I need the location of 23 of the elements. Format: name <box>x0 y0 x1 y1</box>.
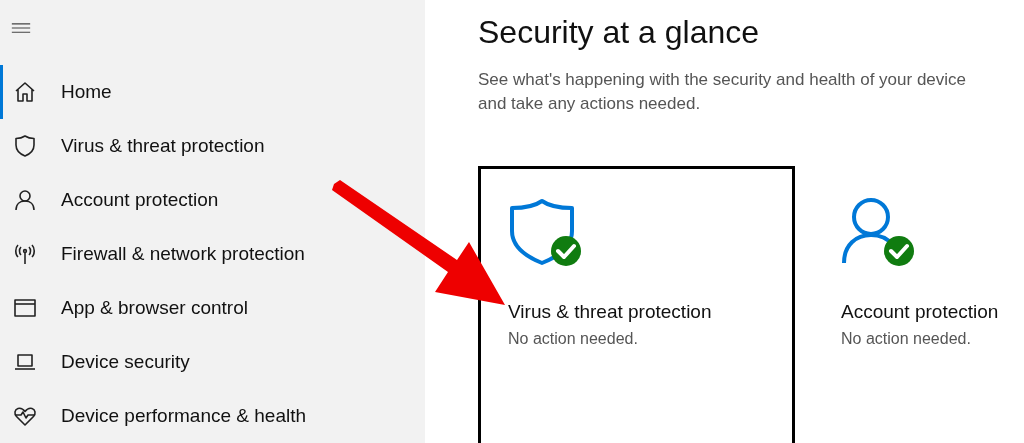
nav-item[interactable]: Device security <box>0 335 425 389</box>
window-icon <box>13 296 37 320</box>
page-title: Security at a glance <box>478 13 761 52</box>
page-description: See what's happening with the security and health of your device and take any actions needed. <box>478 69 968 115</box>
shield-check-icon <box>508 197 582 267</box>
person-check-icon <box>841 197 915 267</box>
nav-item[interactable]: Account protection <box>0 173 425 227</box>
shield-icon <box>13 134 37 158</box>
card-status: No action needed. <box>841 328 972 349</box>
nav-item[interactable]: Virus & threat protection <box>0 119 425 173</box>
card-status: No action needed. <box>508 328 639 349</box>
card-title: Account protection <box>841 300 1000 324</box>
antenna-icon <box>13 242 37 266</box>
heart-pulse-icon <box>13 404 37 428</box>
nav-item[interactable]: Firewall & network protection <box>0 227 425 281</box>
nav-item[interactable]: Home <box>0 65 425 119</box>
status-card[interactable]: Account protection No action needed. <box>811 166 1024 443</box>
home-icon <box>13 80 37 104</box>
nav-item[interactable]: Device performance & health <box>0 389 425 443</box>
card-title: Virus & threat protection <box>508 300 713 324</box>
person-icon <box>13 188 37 212</box>
nav-item[interactable]: App & browser control <box>0 281 425 335</box>
menu-icon[interactable] <box>10 23 32 33</box>
